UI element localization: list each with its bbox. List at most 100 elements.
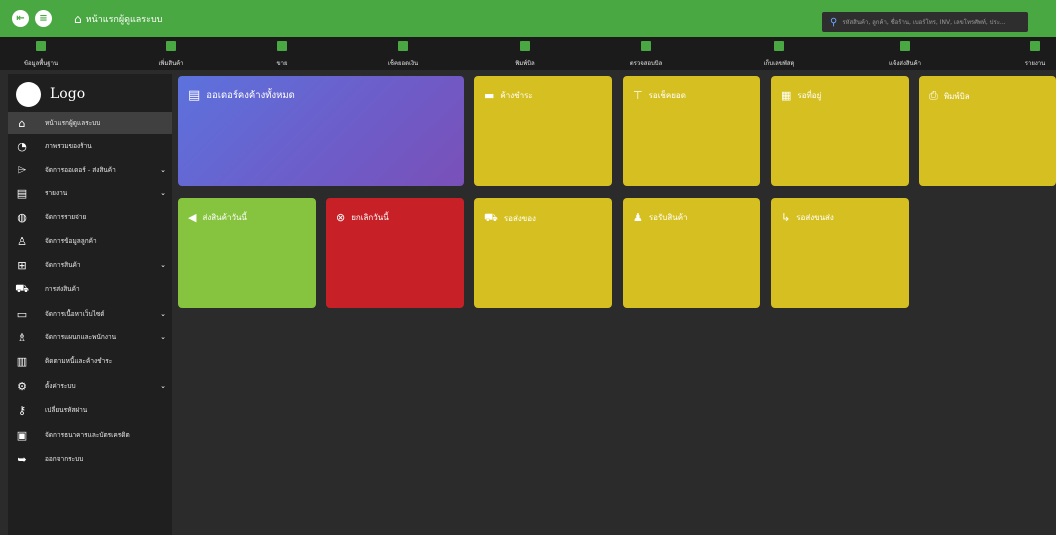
menu-label: เก็บเลขพัสดุ — [763, 60, 795, 67]
logo-circle — [16, 81, 41, 107]
sidebar-item-admin-home[interactable]: ⌂ หน้าแรกผู้ดูแลระบบ — [8, 112, 172, 134]
tile-label: ออเดอร์คงค้างทั้งหมด — [206, 90, 295, 101]
tile-awaiting-shipping[interactable]: ⛟ รอส่งของ — [474, 198, 612, 308]
top-bar: ⇤ ≡ ⌂ หน้าแรกผู้ดูแลระบบ ⚲ รหัสสินค้า, ล… — [0, 0, 1056, 37]
printer-icon — [520, 41, 530, 51]
truck-icon — [900, 41, 910, 51]
tile-label: พิมพ์บิล — [943, 91, 970, 101]
search-icon: ⚲ — [830, 16, 838, 28]
cancel-icon: ⊗ — [336, 211, 346, 224]
home-breadcrumb-label: หน้าแรกผู้ดูแลระบบ — [85, 14, 163, 25]
sidebar-item-debt-tracking[interactable]: ▥ ติดตามหนี้และค้างชำระ — [8, 350, 172, 372]
box-icon — [166, 41, 176, 51]
card-icon: ▣ — [16, 428, 28, 442]
tile-shipped-today[interactable]: ◀ ส่งสินค้าวันนี้ — [178, 198, 316, 308]
sidebar-item-expenses[interactable]: ◍ จัดการรายจ่าย — [8, 206, 172, 228]
sidebar-item-label: ตั้งค่าระบบ — [45, 382, 76, 390]
sidebar-item-website-content[interactable]: ▭ จัดการเนื้อหาเว็บไซต์ ⌄ — [8, 303, 172, 325]
tile-awaiting-delivery[interactable]: ↳ รอส่งขนส่ง — [771, 198, 909, 308]
database-icon — [36, 41, 46, 51]
user-icon: ♙ — [17, 234, 27, 248]
home-breadcrumb[interactable]: ⌂ หน้าแรกผู้ดูแลระบบ — [74, 12, 162, 26]
search-placeholder: รหัสสินค้า, ลูกค้า, ชื่อร้าน, เบอร์โทร, … — [842, 19, 1006, 26]
chevron-down-icon: ⌄ — [160, 189, 166, 197]
chevron-down-icon: ⌄ — [160, 261, 166, 269]
menu-ship-notify[interactable]: แจ้งส่งสินค้า — [888, 37, 922, 70]
menu-add-product[interactable]: เพิ่มสินค้า — [156, 37, 186, 70]
sidebar-item-label: ติดตามหนี้และค้างชำระ — [45, 357, 113, 365]
report-icon — [1030, 41, 1040, 51]
send-icon: ◀ — [188, 211, 197, 224]
home-icon: ⌂ — [74, 11, 82, 26]
menu-sell[interactable]: ขาย — [270, 37, 294, 70]
sidebar-item-label: หน้าแรกผู้ดูแลระบบ — [45, 119, 101, 127]
menu-check-balance[interactable]: เช็คยอดเงิน — [388, 37, 418, 70]
tile-awaiting-receipt[interactable]: ♟ รอรับสินค้า — [623, 198, 760, 308]
sidebar-item-store-overview[interactable]: ◔ ภาพรวมของร้าน — [8, 135, 172, 157]
barcode-icon — [774, 41, 784, 51]
tile-label: รอรับสินค้า — [648, 213, 688, 222]
menu-label: รายงาน — [1024, 60, 1046, 67]
clipboard-icon: ▤ — [188, 88, 201, 103]
sidebar-item-label: จัดการสินค้า — [45, 261, 81, 269]
tile-awaiting-payment[interactable]: ▬ ค้างชำระ — [474, 76, 612, 186]
admin-dashboard: ⇤ ≡ ⌂ หน้าแรกผู้ดูแลระบบ ⚲ รหัสสินค้า, ล… — [0, 0, 1056, 535]
bill-icon — [641, 41, 651, 51]
sidebar-item-label: จัดการข้อมูลลูกค้า — [45, 237, 97, 245]
tag-icon: ⌲ — [17, 163, 27, 176]
delivery-truck-icon: ⛟ — [484, 211, 498, 224]
sidebar-item-label: รายงาน — [45, 189, 68, 197]
menu-label: ตรวจสอบบิล — [629, 60, 663, 67]
menu-report[interactable]: รายงาน — [1024, 37, 1046, 70]
menu-print-bill[interactable]: พิมพ์บิล — [512, 37, 538, 70]
search-input[interactable]: ⚲ รหัสสินค้า, ลูกค้า, ชื่อร้าน, เบอร์โทร… — [822, 12, 1028, 32]
money-icon — [398, 41, 408, 51]
tile-pending-orders[interactable]: ▤ ออเดอร์คงค้างทั้งหมด — [178, 76, 464, 186]
sidebar-item-label: จัดการรายจ่าย — [45, 213, 87, 221]
sidebar-toggle-icon[interactable]: ⇤ — [12, 10, 29, 27]
sidebar-item-label: เปลี่ยนรหัสผ่าน — [45, 406, 88, 414]
sidebar-item-settings[interactable]: ⚙ ตั้งค่าระบบ ⌄ — [8, 375, 172, 397]
chevron-down-icon: ⌄ — [160, 333, 166, 341]
menu-label: เพิ่มสินค้า — [158, 60, 184, 67]
tile-awaiting-check[interactable]: ⊤ รอเช็คยอด — [623, 76, 760, 186]
tile-cancelled-today[interactable]: ⊗ ยกเลิกวันนี้ — [326, 198, 464, 308]
tile-print-bill[interactable]: ⎙ พิมพ์บิล — [919, 76, 1056, 186]
credit-card-icon: ▬ — [484, 89, 495, 102]
chart-icon: ◔ — [17, 139, 27, 153]
tile-label: ส่งสินค้าวันนี้ — [202, 213, 247, 222]
menu-label: เช็คยอดเงิน — [387, 60, 419, 67]
logo: Logo — [8, 74, 172, 114]
tile-label: รอเช็คยอด — [648, 91, 686, 100]
menu-check-bill[interactable]: ตรวจสอบบิล — [630, 37, 662, 70]
tile-awaiting-address[interactable]: ▦ รอที่อยู่ — [771, 76, 909, 186]
cart-icon — [277, 41, 287, 51]
sidebar-item-products[interactable]: ⊞ จัดการสินค้า ⌄ — [8, 254, 172, 276]
pin-icon: ⊤ — [633, 89, 643, 102]
sidebar-item-shipping[interactable]: ⛟ การส่งสินค้า — [8, 278, 172, 300]
menu-basic-data[interactable]: ข้อมูลพื้นฐาน — [22, 37, 60, 70]
ledger-icon: ▥ — [16, 354, 28, 368]
monitor-icon: ▭ — [16, 307, 28, 321]
home-icon: ⌂ — [18, 116, 26, 130]
menu-icon[interactable]: ≡ — [35, 10, 52, 27]
sidebar-item-orders[interactable]: ⌲ จัดการออเดอร์ - ส่งสินค้า ⌄ — [8, 159, 172, 181]
sidebar-item-change-password[interactable]: ⚷ เปลี่ยนรหัสผ่าน — [8, 399, 172, 421]
truck-icon: ⛟ — [15, 281, 29, 295]
receive-user-icon: ♟ — [633, 211, 643, 224]
tile-label: ค้างชำระ — [500, 91, 533, 100]
sidebar-item-departments[interactable]: ♗ จัดการแผนกและพนักงาน ⌄ — [8, 326, 172, 348]
sidebar-item-bank-cards[interactable]: ▣ จัดการธนาคารและบัตรเครดิต — [8, 424, 172, 446]
document-icon: ▤ — [16, 186, 28, 200]
sidebar: Logo ⌂ หน้าแรกผู้ดูแลระบบ ◔ ภาพรวมของร้า… — [8, 74, 172, 535]
menu-tracking-number[interactable]: เก็บเลขพัสดุ — [762, 37, 796, 70]
tile-label: รอส่งของ — [503, 214, 536, 223]
sidebar-item-label: จัดการเนื้อหาเว็บไซต์ — [45, 310, 105, 318]
sidebar-item-reports[interactable]: ▤ รายงาน ⌄ — [8, 182, 172, 204]
main-menu-bar: ข้อมูลพื้นฐาน เพิ่มสินค้า ขาย เช็คยอดเงิ… — [0, 37, 1056, 70]
chevron-down-icon: ⌄ — [160, 382, 166, 390]
sidebar-item-customers[interactable]: ♙ จัดการข้อมูลลูกค้า — [8, 230, 172, 252]
sidebar-item-logout[interactable]: ➥ ออกจากระบบ — [8, 448, 172, 470]
sidebar-item-label: การส่งสินค้า — [45, 285, 80, 293]
tile-label: ยกเลิกวันนี้ — [351, 213, 389, 222]
